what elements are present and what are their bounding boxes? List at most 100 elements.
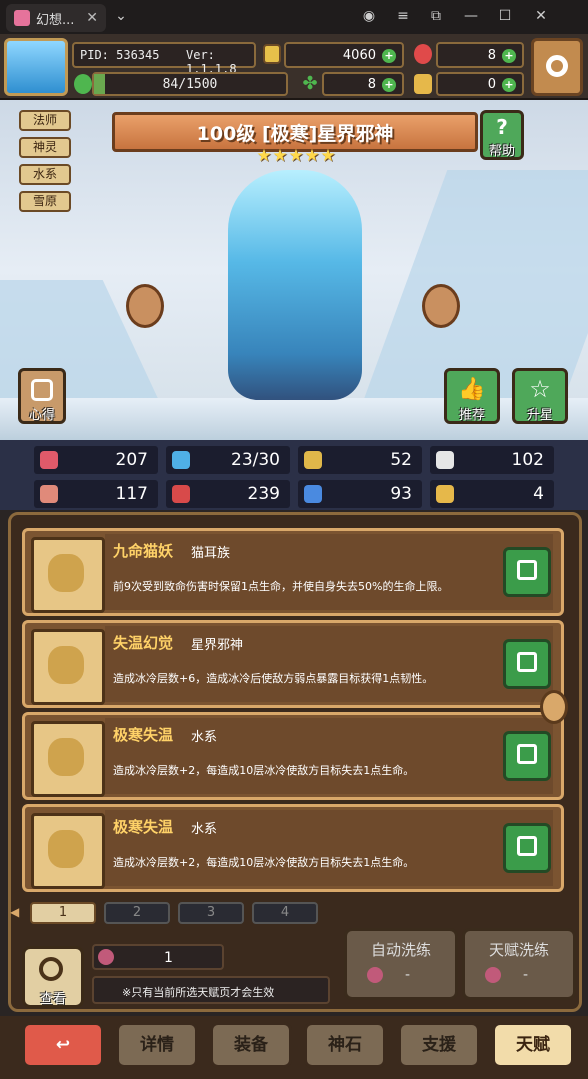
talent-card[interactable]: 失温幻觉 星界邪神 造成冰冷层数+6，造成冰冷后使敌方弱点暴露目标获得1点韧性。 — [22, 620, 564, 708]
talent-card[interactable]: 极寒失温 水系 造成冰冷层数+2，每造成10层冰冷使敌方目标失去1点生命。 — [22, 804, 564, 892]
recommend-button[interactable]: 👍 推荐 — [444, 368, 500, 424]
star-icon: ☆ — [529, 375, 551, 403]
talent-card[interactable]: 九命猫妖 猫耳族 前9次受到致命伤害时保留1点生命，并使自身失去50%的生命上限。 — [22, 528, 564, 616]
talent-title: 极寒失温 — [113, 726, 174, 744]
view-label: 查看 — [39, 992, 66, 1007]
stat-value: 23/30 — [231, 450, 280, 470]
fruit-count: 1 — [164, 950, 173, 966]
talent-subtitle: 水系 — [191, 730, 218, 745]
book-icon — [172, 485, 190, 503]
talent-page-tab[interactable]: 3 — [178, 902, 244, 924]
maximize-icon[interactable]: ☐ — [496, 8, 514, 24]
exp-icon — [74, 74, 92, 94]
tab-close-button[interactable]: ✕ — [86, 10, 98, 26]
star-icon: ★ — [256, 146, 272, 166]
talent-page-note: ※只有当前所选天赋页才会生效 — [92, 976, 330, 1004]
talent-info: 失温幻觉 星界邪神 造成冰冷层数+6，造成冰冷后使敌方弱点暴露目标获得1点韧性。 — [105, 626, 553, 702]
fist-icon — [40, 485, 58, 503]
menu-icon[interactable]: ≡ — [394, 8, 412, 24]
tag-element: 水系 — [19, 164, 71, 185]
star-icon: ★ — [320, 146, 336, 166]
gold-panel: 4060 + — [284, 42, 404, 68]
nav-tab[interactable]: 天赋 — [492, 1022, 574, 1068]
add-scroll-icon[interactable]: + — [502, 78, 516, 92]
ruby-gem-icon — [414, 44, 432, 64]
help-label: 帮助 — [488, 144, 515, 159]
talent-fruit-icon — [98, 949, 114, 965]
nav-tab[interactable]: 装备 — [210, 1022, 292, 1068]
gear-icon — [546, 55, 568, 77]
add-gem-icon[interactable]: + — [502, 49, 516, 63]
stat-value: 117 — [115, 484, 148, 504]
insight-label: 心得 — [28, 408, 55, 423]
stat-value: 4 — [533, 484, 544, 504]
mana-drop-icon — [172, 451, 190, 469]
insight-button[interactable]: 心得 — [18, 368, 66, 424]
pin-icon[interactable]: ⧉ — [427, 8, 445, 24]
scroll-icon — [414, 74, 432, 94]
heart-icon — [40, 451, 58, 469]
talent-title: 九命猫妖 — [113, 542, 174, 560]
clover-panel: 8 + — [322, 72, 404, 96]
scroll-amount: 0 — [487, 77, 496, 92]
app-icon — [14, 10, 30, 26]
lock-icon — [517, 744, 537, 764]
nav-tab[interactable]: 神石 — [304, 1022, 386, 1068]
talent-title: 失温幻觉 — [113, 634, 174, 652]
close-window-icon[interactable]: ✕ — [532, 8, 550, 24]
magnifier-icon — [39, 957, 63, 981]
talent-subtitle: 猫耳族 — [191, 546, 231, 561]
lock-icon — [517, 836, 537, 856]
add-clover-icon[interactable]: + — [382, 78, 396, 92]
nav-tab[interactable]: 详情 — [116, 1022, 198, 1068]
stat-cell: 23/30 — [166, 446, 290, 474]
settings-button[interactable] — [531, 38, 583, 96]
auto-wash-button[interactable]: 自动洗练 - — [344, 928, 458, 1000]
back-button[interactable]: ↩ — [22, 1022, 104, 1068]
lock-button[interactable] — [503, 547, 551, 597]
talent-page-tab[interactable]: 1 — [30, 902, 96, 924]
talent-emblem-icon — [31, 813, 105, 889]
horseshoe-icon — [436, 485, 454, 503]
talent-emblem-icon — [31, 629, 105, 705]
talent-description: 造成冰冷层数+6，造成冰冷后使敌方弱点暴露目标获得1点韧性。 — [113, 672, 434, 685]
prev-hero-button[interactable] — [126, 284, 164, 328]
view-button[interactable]: 查看 — [22, 946, 84, 1008]
account-icon[interactable]: ◉ — [360, 8, 378, 24]
tag-class: 法师 — [19, 110, 71, 131]
expand-arrow-icon[interactable] — [540, 690, 568, 724]
talent-page-tab[interactable]: 4 — [252, 902, 318, 924]
tag-race: 神灵 — [19, 137, 71, 158]
help-button[interactable]: ? 帮助 — [480, 110, 524, 160]
auto-wash-label: 自动洗练 — [370, 941, 431, 959]
upgrade-star-button[interactable]: ☆ 升星 — [512, 368, 568, 424]
exp-value: 84/1500 — [162, 77, 218, 92]
next-hero-button[interactable] — [422, 284, 460, 328]
minimize-icon[interactable]: — — [462, 8, 480, 24]
talent-info: 极寒失温 水系造成冰冷层数+2，每造成10层冰冷使敌方目标失去1点生命。 — [105, 718, 553, 794]
tab-dropdown-icon[interactable]: ⌄ — [112, 8, 130, 24]
talent-subtitle: 水系 — [191, 822, 218, 837]
talent-page-tab[interactable]: 2 — [104, 902, 170, 924]
clover-icon: ✤ — [302, 73, 318, 94]
shield-icon — [304, 451, 322, 469]
note-text: ※只有当前所选天赋页才会生效 — [122, 986, 275, 999]
talent-wash-button[interactable]: 天赋洗练 - — [462, 928, 576, 1000]
talent-wash-value: - — [523, 967, 529, 983]
browser-tab[interactable]: 幻想... ✕ — [6, 4, 106, 32]
upgrade-label: 升星 — [526, 408, 553, 423]
talent-description: 造成冰冷层数+2，每造成10层冰冷使敌方目标失去1点生命。 — [113, 856, 415, 869]
lock-button[interactable] — [503, 823, 551, 873]
thumbs-up-icon: 👍 — [458, 377, 486, 402]
stat-cell: 117 — [34, 480, 158, 508]
lock-icon — [517, 652, 537, 672]
add-gold-icon[interactable]: + — [382, 49, 396, 63]
talent-description: 造成冰冷层数+2，每造成10层冰冷使敌方目标失去1点生命。 — [113, 764, 415, 777]
lock-button[interactable] — [503, 731, 551, 781]
scroll-panel: 0 + — [436, 72, 524, 96]
stat-cell: 102 — [430, 446, 554, 474]
nav-tab[interactable]: 支援 — [398, 1022, 480, 1068]
player-avatar[interactable] — [4, 38, 68, 96]
talent-card[interactable]: 极寒失温 水系造成冰冷层数+2，每造成10层冰冷使敌方目标失去1点生命。 — [22, 712, 564, 800]
lock-button[interactable] — [503, 639, 551, 689]
